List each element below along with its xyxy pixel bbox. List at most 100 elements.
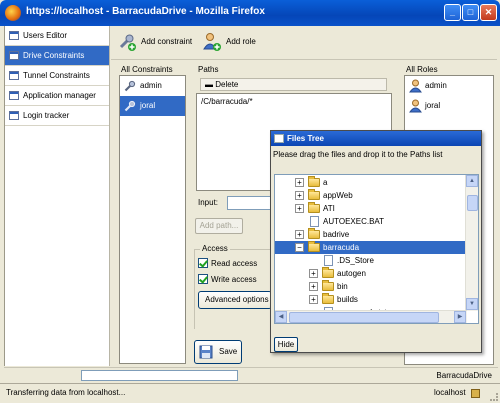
maximize-button[interactable]: □ [462,4,479,21]
tree-node-bin[interactable]: + bin [275,280,465,293]
path-item[interactable]: /C/barracuda/* [201,97,387,106]
role-item-admin[interactable]: admin [405,76,493,96]
add-constraint-button[interactable]: Add constraint [115,30,192,54]
scroll-thumb[interactable] [289,312,439,323]
minimize-button[interactable]: _ [444,4,461,21]
app-status-field[interactable] [81,370,238,381]
expand-toggle-icon[interactable]: + [309,269,318,278]
toolbar: Add constraint Add role [111,26,497,60]
sidebar-item-label: Drive Constraints [23,51,85,60]
tree-node-label: barracuda [323,243,360,252]
window-icon [9,71,19,80]
lock-icon[interactable] [471,389,480,398]
folder-icon [308,228,320,239]
title-bar[interactable]: https://localhost - BarracudaDrive - Moz… [0,0,500,26]
path-input[interactable] [227,196,273,210]
delete-path-button[interactable]: ▬ Delete [200,78,387,91]
write-access-checkbox[interactable]: Write access [198,274,257,284]
scroll-right-icon[interactable]: ▶ [454,311,466,323]
files-tree-hint: Please drag the files and drop it to the… [273,150,443,159]
checkbox-checked-icon[interactable] [198,274,208,284]
tree-node-a[interactable]: + a [275,176,465,189]
tree-node-label: ATI [323,204,335,213]
window-icon [9,91,19,100]
close-button[interactable]: ✕ [480,4,497,21]
expand-toggle-icon[interactable]: + [295,204,304,213]
app-status-label: BarracudaDrive [436,371,492,380]
folder-open-icon [308,241,320,252]
wrench-icon [124,100,136,112]
role-label: joral [425,101,441,110]
constraint-item-joral[interactable]: joral [120,96,185,116]
sidebar-item-login-tracker[interactable]: Login tracker [5,106,109,126]
expand-toggle-icon[interactable]: + [295,178,304,187]
tree-node-ati[interactable]: + ATI [275,202,465,215]
tree-horizontal-scrollbar[interactable]: ◀ ▶ [275,310,467,323]
tree-node-badrive[interactable]: + badrive [275,228,465,241]
minus-icon: ▬ [205,80,216,89]
tree-node-appweb[interactable]: + appWeb [275,189,465,202]
folder-icon [322,280,334,291]
sidebar-item-label: Users Editor [23,31,68,40]
scroll-left-icon[interactable]: ◀ [275,311,287,323]
sidebar-item-label: Tunnel Constraints [23,71,90,80]
browser-status-text: Transferring data from localhost... [6,388,126,397]
save-button[interactable]: Save [194,340,242,364]
tree-node-barracuda[interactable]: − barracuda [275,241,466,254]
tree-vertical-scrollbar[interactable]: ▲ ▼ [465,175,478,311]
tree-node-label: AUTOEXEC.BAT [323,217,385,226]
expand-toggle-icon[interactable]: + [295,191,304,200]
sidebar-item-drive-constraints[interactable]: Drive Constraints [5,46,109,66]
folder-icon [308,202,320,213]
read-access-label: Read access [211,259,258,268]
sidebar-item-tunnel-constraints[interactable]: Tunnel Constraints [5,66,109,86]
tree-node-autogen[interactable]: + autogen [275,267,465,280]
scroll-thumb[interactable] [467,195,478,211]
constraint-item-admin[interactable]: admin [120,76,185,96]
expand-toggle-icon[interactable]: + [295,230,304,239]
tree-node-label: .DS_Store [337,256,374,265]
window-icon [9,111,19,120]
add-constraint-label: Add constraint [141,37,193,46]
sidebar-item-application-manager[interactable]: Application manager [5,86,109,106]
sidebar-item-users-editor[interactable]: Users Editor [5,26,109,46]
window-icon [274,134,284,143]
user-add-icon [203,33,221,51]
role-label: admin [425,81,447,90]
app-status-bar: BarracudaDrive [4,367,498,382]
role-item-joral[interactable]: joral [405,96,493,116]
wrench-icon [124,80,136,92]
scroll-up-icon[interactable]: ▲ [466,175,478,187]
expand-toggle-icon[interactable]: + [309,295,318,304]
constraints-header: All Constraints [121,65,173,74]
tree-node-label: autogen [337,269,366,278]
tree-node-builds[interactable]: + builds [275,293,465,306]
tree-node-ds-store[interactable]: .DS_Store [275,254,465,267]
input-label: Input: [198,198,219,207]
file-tree[interactable]: + a + appWeb + ATI AUTOEXEC.BAT + badriv… [274,174,479,324]
tree-node-label: appWeb [323,191,353,200]
add-role-label: Add role [226,37,256,46]
tree-node-label: badrive [323,230,350,239]
delete-label: Delete [215,80,239,89]
scroll-down-icon[interactable]: ▼ [466,298,478,310]
constraint-label: joral [140,101,156,110]
hide-button[interactable]: Hide [274,337,298,352]
files-tree-title-bar[interactable]: Files Tree [271,131,481,146]
tree-node-label: bin [337,282,348,291]
expand-toggle-icon[interactable]: + [309,282,318,291]
save-label: Save [219,347,238,356]
add-path-button[interactable]: Add path... [195,218,243,234]
advanced-options-button[interactable]: Advanced options [198,291,272,309]
tree-node-label: builds [337,295,358,304]
folder-icon [308,176,320,187]
tree-node-autoexec[interactable]: AUTOEXEC.BAT [275,215,465,228]
read-access-checkbox[interactable]: Read access [198,258,257,268]
user-icon [409,99,422,113]
tree-node-label: a [323,178,328,187]
constraint-label: admin [140,81,162,90]
add-role-button[interactable]: Add role [200,30,256,54]
resize-grip-icon[interactable] [490,393,498,401]
checkbox-checked-icon[interactable] [198,258,208,268]
collapse-toggle-icon[interactable]: − [295,243,304,252]
